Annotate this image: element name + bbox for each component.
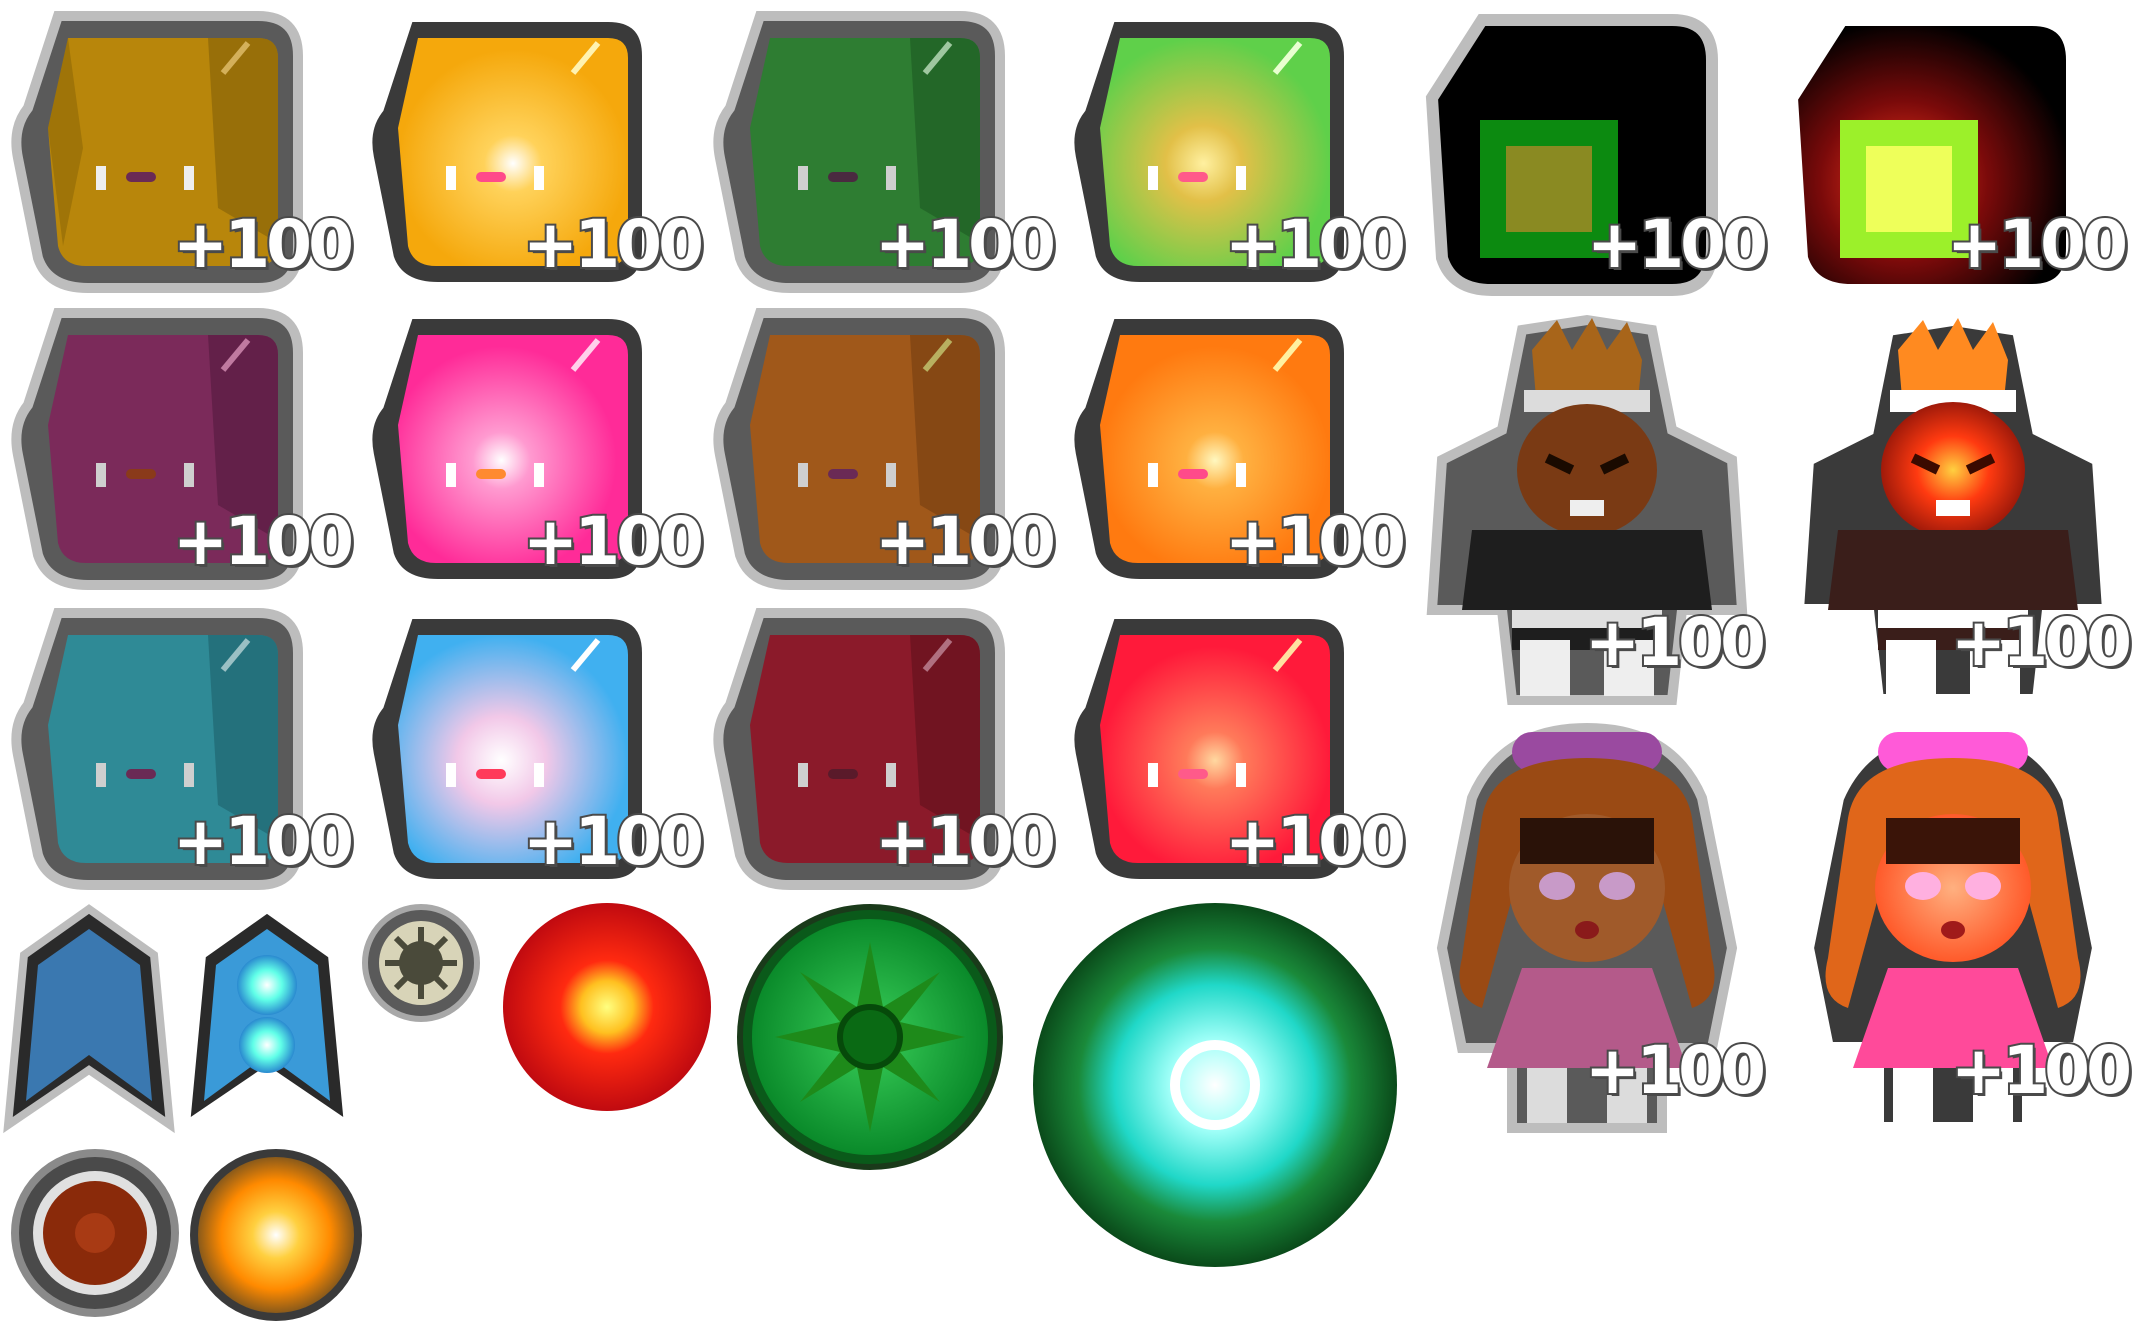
switch-lit: +100 [1782, 8, 2130, 300]
score-label: +100 [1223, 503, 1408, 580]
girl-dim: +100 [1412, 718, 1768, 1138]
soldier-dim: +100 [1412, 310, 1768, 710]
score-label: +100 [171, 503, 356, 580]
soldier-lit: +100 [1778, 310, 2134, 710]
orb-rust-dim [10, 1148, 180, 1318]
score-label: +100 [1223, 803, 1408, 880]
score-label: +100 [1223, 206, 1408, 283]
score-label: +100 [521, 803, 706, 880]
orb-gray-dim [360, 902, 482, 1024]
score-label: +100 [873, 206, 1058, 283]
score-label: +100 [873, 803, 1058, 880]
cube-brown-dim: +100 [710, 305, 1058, 597]
orb-red-lit [500, 900, 715, 1115]
orb-green-dim [735, 902, 1005, 1172]
score-label: +100 [521, 503, 706, 580]
cube-orange-lit: +100 [1060, 305, 1408, 597]
cube-forest-dim: +100 [710, 8, 1058, 300]
cube-red-lit: +100 [1060, 605, 1408, 897]
shield-lit [181, 904, 353, 1134]
cube-pink-lit: +100 [358, 305, 706, 597]
cube-ice-lit: +100 [358, 605, 706, 897]
score-label: +100 [1583, 604, 1768, 681]
cube-maroon-dim: +100 [710, 605, 1058, 897]
switch-dim: +100 [1422, 8, 1770, 300]
girl-lit: +100 [1778, 718, 2134, 1138]
cube-olive-dim: +100 [8, 8, 356, 300]
score-label: +100 [1585, 206, 1770, 283]
score-label: +100 [873, 503, 1058, 580]
orb-cyan-lit [1030, 900, 1400, 1270]
cube-lime-lit: +100 [1060, 8, 1408, 300]
score-label: +100 [1945, 206, 2130, 283]
cube-amber-lit: +100 [358, 8, 706, 300]
score-label: +100 [521, 206, 706, 283]
orb-gold-lit [182, 1145, 372, 1325]
cube-teal-dim: +100 [8, 605, 356, 897]
score-label: +100 [1949, 604, 2134, 681]
shield-dim [3, 904, 175, 1134]
score-label: +100 [171, 206, 356, 283]
score-label: +100 [171, 803, 356, 880]
score-label: +100 [1949, 1032, 2134, 1109]
cube-plum-dim: +100 [8, 305, 356, 597]
score-label: +100 [1583, 1032, 1768, 1109]
